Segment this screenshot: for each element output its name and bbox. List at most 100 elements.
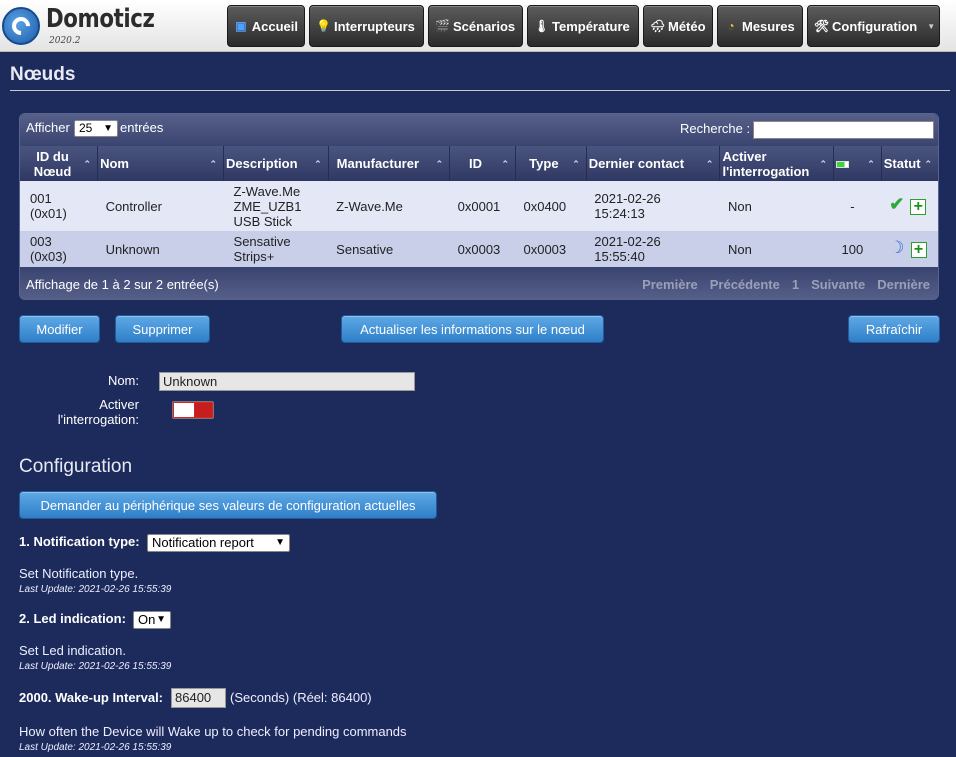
nav-meteo[interactable]: 🌧 Météo [643,5,713,47]
nav-label: Température [552,18,630,34]
cell-node-id: 001 (0x01) [20,181,98,231]
nav-label: Configuration [832,18,918,34]
nav-label: Mesures [742,18,795,34]
sort-icon: ⌃ [83,159,92,169]
pager-previous[interactable]: Précédente [704,277,786,292]
cell-battery: - [833,181,882,231]
show-label: Afficher [26,120,70,135]
param-last-update: Last Update: 2021-02-26 15:55:39 [19,661,172,672]
pager-last[interactable]: Dernière [871,277,936,292]
cell-battery: 100 [833,231,882,267]
cell-last-contact: 2021-02-26 15:24:13 [586,181,720,231]
col-header-name[interactable]: Nom ⌃ [97,146,225,181]
cell-polling: Non [719,181,834,231]
sort-icon: ⌃ [705,159,714,169]
nav-label: Interrupteurs [334,18,415,34]
table-info: Affichage de 1 à 2 sur 2 entrée(s) [26,277,219,292]
nav-scenarios[interactable]: 🎬 Scénarios [428,5,523,47]
sort-icon: ⌃ [867,159,875,169]
col-header-polling[interactable]: Activer l'interrogation ⌃ [719,146,835,181]
col-header-battery[interactable]: ⌃ [833,146,882,181]
chevron-down-icon: ▼ [156,614,166,625]
col-header-last-contact[interactable]: Dernier contact ⌃ [586,146,721,181]
sort-icon: ⌃ [572,159,580,169]
sort-icon: ⌃ [819,159,828,169]
col-header-id[interactable]: ID ⌃ [449,146,516,181]
table-toolbar: Afficher 25 ▼ entrées Recherche : [20,114,938,146]
sort-icon: ⌃ [209,159,218,169]
cell-id: 0x0001 [449,181,516,231]
chevron-down-icon: ▼ [275,537,285,548]
name-label: Nom: [107,373,139,388]
cell-name: Controller [97,181,224,231]
cell-description: Z-Wave.Me ZME_UZB1 USB Stick [223,181,329,231]
cell-description: Sensative Strips+ [223,231,329,267]
nav-mesures[interactable]: ◔ Mesures [717,5,803,47]
cell-status: ☽ + [881,231,938,267]
table-row[interactable]: 001 (0x01) Controller Z-Wave.Me ZME_UZB1… [20,181,938,231]
toggle-knob [174,403,194,417]
thermometer-icon: 🌡 [534,19,550,33]
request-config-button[interactable]: Demander au périphérique ses valeurs de … [19,491,437,519]
pager-first[interactable]: Première [636,277,704,292]
navbar: Domoticz 2020.2 ▣ Accueil 💡 Interrupteur… [0,0,956,52]
cell-type: 0x0400 [515,181,587,231]
nav-interrupteurs[interactable]: 💡 Interrupteurs [309,5,424,47]
chevron-down-icon: ▼ [103,123,113,134]
notification-type-select[interactable]: Notification report ▼ [147,534,290,552]
nav-configuration[interactable]: 🛠 Configuration ▼ [807,5,940,47]
wakeup-interval-input[interactable]: 86400 [171,688,226,708]
delete-button[interactable]: Supprimer [115,315,210,343]
led-indication-select[interactable]: On ▼ [133,611,171,629]
col-header-node-id[interactable]: ID du Nœud ⌃ [20,146,99,181]
cell-status: ✔ + [881,181,938,231]
table-footer: Affichage de 1 à 2 sur 2 entrée(s) Premi… [20,268,938,300]
logo-icon [2,7,40,45]
page-size-select[interactable]: 25 ▼ [74,120,118,137]
pager-next[interactable]: Suivante [805,277,871,292]
domoticz-logo[interactable]: Domoticz 2020.2 [2,3,155,49]
nav-temperature[interactable]: 🌡 Température [527,5,639,47]
clapperboard-icon: 🎬 [435,19,450,33]
nav-label: Météo [668,18,706,34]
sort-icon: ⌃ [924,159,932,169]
search-input[interactable] [753,121,934,139]
battery-icon [836,161,850,169]
pager-page-1[interactable]: 1 [786,277,805,292]
name-input[interactable]: Unknown [159,372,415,391]
select-value: On [138,612,156,627]
param-description: Set Notification type. [19,566,139,581]
param-label: 2. Led indication: [19,611,126,626]
refresh-button[interactable]: Rafraîchir [848,315,940,343]
modify-button[interactable]: Modifier [19,315,100,343]
refresh-node-info-button[interactable]: Actualiser les informations sur le nœud [341,315,604,343]
param-last-update: Last Update: 2021-02-26 15:55:39 [19,742,172,753]
col-header-manufacturer[interactable]: Manufacturer ⌃ [328,146,451,181]
select-value: Notification report [152,535,254,550]
table-row[interactable]: 003 (0x03) Unknown Sensative Strips+ Sen… [20,231,938,267]
lightbulb-icon: 💡 [316,19,331,33]
moon-icon: ☽ [889,238,905,258]
param-last-update: Last Update: 2021-02-26 15:55:39 [19,584,172,595]
col-header-type[interactable]: Type ⌃ [515,146,587,181]
param-unit: (Seconds) (Réel: 86400) [230,690,372,705]
app-name: Domoticz [46,4,155,34]
page-title: Nœuds [10,64,76,85]
app-version: 2020.2 [49,36,81,46]
param-label: 1. Notification type: [19,534,140,549]
cell-manufacturer: Sensative [328,231,450,267]
polling-toggle[interactable] [172,401,214,419]
col-header-status[interactable]: Statut ⌃ [881,146,938,181]
cell-polling: Non [719,231,834,267]
cell-type: 0x0003 [515,231,587,267]
nav-label: Accueil [251,18,298,34]
col-header-description[interactable]: Description ⌃ [223,146,329,181]
gauge-icon: ◔ [727,19,735,33]
add-icon[interactable]: + [910,241,927,258]
chevron-down-icon: ▼ [927,21,936,31]
check-icon: ✔ [889,194,905,215]
add-icon[interactable]: + [910,198,927,215]
weather-icon: 🌧 [650,19,666,33]
nav-accueil[interactable]: ▣ Accueil [227,5,305,47]
tools-icon: 🛠 [814,19,830,33]
